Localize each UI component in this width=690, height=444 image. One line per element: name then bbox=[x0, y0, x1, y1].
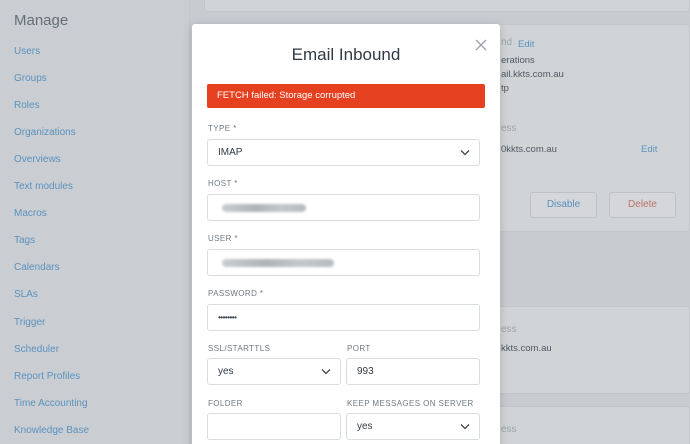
chevron-down-icon bbox=[460, 424, 470, 430]
ssl-select[interactable]: yes bbox=[207, 358, 341, 385]
redacted-user bbox=[222, 259, 334, 267]
type-value: IMAP bbox=[218, 147, 243, 158]
ssl-value: yes bbox=[218, 366, 234, 377]
close-icon[interactable] bbox=[474, 38, 488, 52]
error-alert: FETCH failed: Storage corrupted bbox=[207, 84, 485, 108]
email-inbound-modal: Email Inbound FETCH failed: Storage corr… bbox=[192, 24, 500, 444]
type-select[interactable]: IMAP bbox=[207, 139, 480, 166]
redacted-host bbox=[222, 204, 306, 212]
password-label: PASSWORD * bbox=[208, 289, 264, 298]
password-input[interactable]: •••••••• bbox=[207, 304, 480, 331]
host-input[interactable] bbox=[207, 194, 480, 221]
folder-input[interactable] bbox=[207, 413, 341, 440]
modal-title: Email Inbound bbox=[291, 45, 401, 64]
type-label: TYPE * bbox=[208, 124, 237, 133]
folder-label: FOLDER bbox=[208, 399, 243, 408]
keep-messages-select[interactable]: yes bbox=[346, 413, 480, 440]
chevron-down-icon bbox=[321, 369, 331, 375]
user-label: USER * bbox=[208, 234, 238, 243]
port-label: PORT bbox=[347, 344, 371, 353]
keep-messages-label: KEEP MESSAGES ON SERVER bbox=[347, 399, 474, 408]
ssl-label: SSL/STARTTLS bbox=[208, 344, 271, 353]
host-label: HOST * bbox=[208, 179, 238, 188]
keep-messages-value: yes bbox=[357, 421, 373, 432]
chevron-down-icon bbox=[460, 150, 470, 156]
user-input[interactable] bbox=[207, 249, 480, 276]
port-input[interactable]: 993 bbox=[346, 358, 480, 385]
